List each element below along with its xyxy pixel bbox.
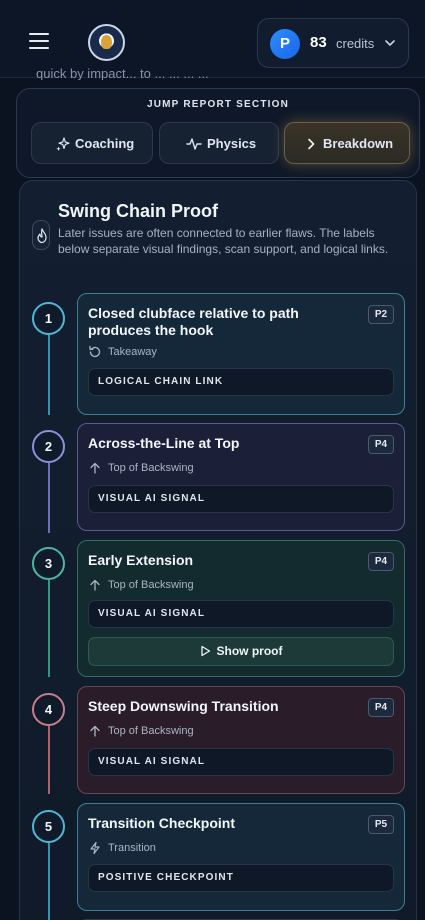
chain-step-card[interactable]: Early Extension P4 Top of Backswing VISU… <box>77 540 405 677</box>
step-phase-label: Top of Backswing <box>108 579 194 591</box>
credits-dropdown[interactable]: P 83 credits <box>257 18 409 68</box>
step-phase-label: Top of Backswing <box>108 462 194 474</box>
card-title: Swing Chain Proof <box>58 201 218 221</box>
tab-coaching[interactable]: Coaching <box>31 122 153 164</box>
step-number: 1 <box>32 302 65 335</box>
jump-section-title: JUMP REPORT SECTION <box>146 99 290 110</box>
tab-physics-label: Physics <box>207 136 257 151</box>
timeline-connector <box>48 463 50 533</box>
show-proof-button[interactable]: Show proof <box>88 637 394 666</box>
arrow-up-icon <box>90 725 100 737</box>
step-number: 5 <box>32 810 65 843</box>
evidence-tag: POSITIVE CHECKPOINT <box>88 864 394 892</box>
step-number: 2 <box>32 430 65 463</box>
priority-badge: P4 <box>368 552 394 571</box>
menu-icon[interactable] <box>29 33 49 51</box>
chain-step-card[interactable]: Steep Downswing Transition P4 Top of Bac… <box>77 686 405 794</box>
play-icon <box>200 645 210 657</box>
pulse-icon <box>186 138 202 150</box>
timeline-connector <box>48 335 50 415</box>
bolt-icon <box>90 841 100 855</box>
card-description: Later issues are often connected to earl… <box>58 226 389 256</box>
timeline-connector <box>48 580 50 677</box>
step-title: Transition Checkpoint <box>88 815 236 831</box>
priority-badge: P4 <box>368 435 394 454</box>
credits-label: credits <box>336 36 375 51</box>
partial-summary-text: quick by impact... to ... ... ... ... <box>36 66 209 80</box>
priority-badge: P5 <box>368 815 394 834</box>
rotate-icon <box>89 345 101 358</box>
jump-report-section: JUMP REPORT SECTION Coaching Physics Bre… <box>16 88 420 178</box>
evidence-tag: LOGICAL CHAIN LINK <box>88 368 394 396</box>
chain-step-card[interactable]: Closed clubface relative to path produce… <box>77 293 405 415</box>
step-title: Closed clubface relative to path produce… <box>88 305 299 338</box>
tab-breakdown-label: Breakdown <box>323 136 394 151</box>
evidence-tag: VISUAL AI SIGNAL <box>88 600 394 628</box>
sparkles-icon <box>56 137 70 151</box>
chevron-right-icon <box>308 138 315 150</box>
arrow-up-icon <box>90 579 100 591</box>
timeline-connector <box>48 843 50 920</box>
step-number: 4 <box>32 693 65 726</box>
flame-icon <box>37 228 47 244</box>
chevron-down-icon <box>385 40 395 46</box>
tab-coaching-label: Coaching <box>75 136 135 151</box>
priority-badge: P2 <box>368 305 394 324</box>
evidence-tag: VISUAL AI SIGNAL <box>88 748 394 776</box>
flame-badge <box>32 220 50 250</box>
tab-physics[interactable]: Physics <box>159 122 279 164</box>
step-phase-label: Takeaway <box>108 346 157 358</box>
step-title: Steep Downswing Transition <box>88 698 279 714</box>
step-number: 3 <box>32 547 65 580</box>
chain-step-card[interactable]: Transition Checkpoint P5 Transition POSI… <box>77 803 405 911</box>
step-title: Early Extension <box>88 552 194 568</box>
evidence-tag: VISUAL AI SIGNAL <box>88 485 394 513</box>
step-phase-label: Top of Backswing <box>108 725 194 737</box>
avatar: P <box>270 29 300 59</box>
show-proof-label: Show proof <box>216 644 283 658</box>
step-phase-label: Transition <box>108 842 156 854</box>
tab-breakdown[interactable]: Breakdown <box>284 122 410 164</box>
credits-count: 83 <box>310 34 327 51</box>
swing-chain-card: Swing Chain Proof Later issues are often… <box>19 180 417 920</box>
chain-step-card[interactable]: Across-the-Line at Top P4 Top of Backswi… <box>77 423 405 531</box>
step-title: Across-the-Line at Top <box>88 435 240 451</box>
arrow-up-icon <box>90 462 100 474</box>
timeline-connector <box>48 726 50 794</box>
app-logo[interactable] <box>88 24 125 61</box>
priority-badge: P4 <box>368 698 394 717</box>
